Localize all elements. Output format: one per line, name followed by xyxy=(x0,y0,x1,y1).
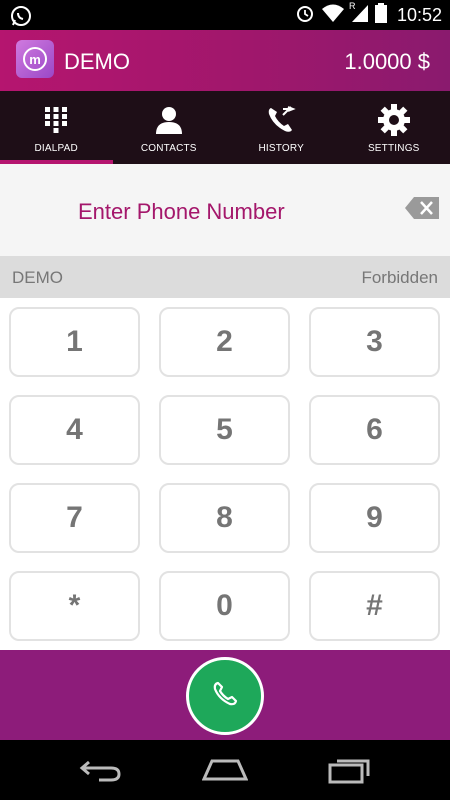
signal-icon: R xyxy=(348,0,369,28)
tab-label: CONTACTS xyxy=(140,143,197,154)
balance-display: 1.0000 $ xyxy=(344,49,430,74)
key-0[interactable]: 0 xyxy=(159,571,290,641)
phone-number-input[interactable]: Enter Phone Number xyxy=(0,164,450,256)
key-2[interactable]: 2 xyxy=(159,307,290,377)
home-icon[interactable] xyxy=(202,754,248,786)
account-status-row: DEMO Forbidden xyxy=(0,256,450,298)
system-nav-bar xyxy=(0,740,450,800)
key-star[interactable]: * xyxy=(9,571,140,641)
whatsapp-icon xyxy=(10,5,32,27)
back-icon[interactable] xyxy=(77,754,123,786)
key-5[interactable]: 5 xyxy=(159,395,290,465)
history-icon xyxy=(264,103,298,137)
key-9[interactable]: 9 xyxy=(309,483,440,553)
account-name: DEMO xyxy=(12,268,63,287)
call-bar xyxy=(0,650,450,740)
logo-letter: m xyxy=(29,51,41,67)
key-8[interactable]: 8 xyxy=(159,483,290,553)
dialpad: 1 2 3 4 5 6 7 8 9 * 0 # xyxy=(0,298,450,650)
app-header: m DEMO 1.0000 $ xyxy=(0,30,450,91)
key-1[interactable]: 1 xyxy=(9,307,140,377)
phone-icon xyxy=(212,681,238,712)
contacts-icon xyxy=(152,103,186,137)
tab-history[interactable]: HISTORY xyxy=(225,91,338,164)
settings-icon xyxy=(377,103,411,137)
call-button[interactable] xyxy=(186,657,264,735)
backspace-icon[interactable] xyxy=(404,196,440,220)
key-hash[interactable]: # xyxy=(309,571,440,641)
key-4[interactable]: 4 xyxy=(9,395,140,465)
clock: 10:52 xyxy=(396,4,442,25)
roaming-indicator: R xyxy=(348,0,356,11)
status-bar: R 10:52 xyxy=(0,0,450,30)
alarm-icon xyxy=(295,3,315,28)
tab-label: DIALPAD xyxy=(34,143,78,154)
tab-bar: DIALPAD CONTACTS HISTORY SETTINGS xyxy=(0,91,450,164)
app-logo-icon: m xyxy=(16,40,54,78)
battery-icon xyxy=(374,2,387,28)
phone-number-placeholder: Enter Phone Number xyxy=(78,199,285,224)
tab-contacts[interactable]: CONTACTS xyxy=(113,91,226,164)
tab-settings[interactable]: SETTINGS xyxy=(338,91,450,164)
tab-dialpad[interactable]: DIALPAD xyxy=(0,91,113,164)
key-3[interactable]: 3 xyxy=(309,307,440,377)
tab-label: HISTORY xyxy=(258,143,304,154)
recent-apps-icon[interactable] xyxy=(327,754,373,786)
dialpad-icon xyxy=(39,103,73,137)
key-6[interactable]: 6 xyxy=(309,395,440,465)
app-title: DEMO xyxy=(64,49,130,74)
registration-status: Forbidden xyxy=(361,268,438,287)
tab-label: SETTINGS xyxy=(367,143,420,154)
key-7[interactable]: 7 xyxy=(9,483,140,553)
wifi-icon xyxy=(321,3,345,28)
